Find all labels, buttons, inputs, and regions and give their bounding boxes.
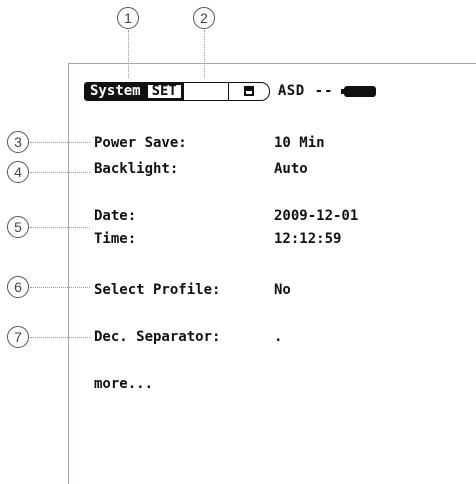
select-profile-value[interactable]: No bbox=[274, 282, 291, 298]
tab-save[interactable] bbox=[227, 82, 269, 100]
time-label: Time: bbox=[94, 231, 137, 247]
select-profile-label: Select Profile: bbox=[94, 282, 221, 298]
date-value[interactable]: 2009-12-01 bbox=[274, 208, 358, 224]
tab-empty[interactable] bbox=[182, 82, 228, 100]
tab-set[interactable]: SET bbox=[145, 82, 183, 100]
time-value[interactable]: 12:12:59 bbox=[274, 231, 341, 247]
callout-3: 3 bbox=[7, 131, 29, 153]
dec-separator-value[interactable]: . bbox=[274, 329, 282, 345]
tab-system[interactable]: System bbox=[85, 82, 146, 100]
callout-4: 4 bbox=[7, 161, 29, 183]
date-label: Date: bbox=[94, 208, 137, 224]
status-bar: System SET ASD -- bbox=[84, 81, 376, 101]
callout-6: 6 bbox=[7, 276, 29, 298]
tab-set-label: SET bbox=[147, 84, 181, 98]
power-save-label: Power Save: bbox=[94, 135, 187, 151]
callout-5: 5 bbox=[7, 216, 29, 238]
backlight-value[interactable]: Auto bbox=[274, 161, 308, 177]
device-screen bbox=[68, 63, 476, 484]
signal-indicator: -- bbox=[314, 83, 334, 99]
dec-separator-label: Dec. Separator: bbox=[94, 329, 221, 345]
callout-7: 7 bbox=[7, 326, 29, 348]
power-save-value[interactable]: 10 Min bbox=[274, 135, 325, 151]
mode-indicator: ASD bbox=[277, 83, 305, 99]
backlight-label: Backlight: bbox=[94, 161, 179, 177]
callout-1: 1 bbox=[117, 7, 139, 29]
callout-2: 2 bbox=[193, 7, 215, 29]
floppy-disk-icon bbox=[243, 86, 254, 96]
battery-icon bbox=[340, 85, 376, 97]
menu-tabs: System SET bbox=[84, 81, 270, 101]
more-link[interactable]: more... bbox=[94, 376, 153, 392]
